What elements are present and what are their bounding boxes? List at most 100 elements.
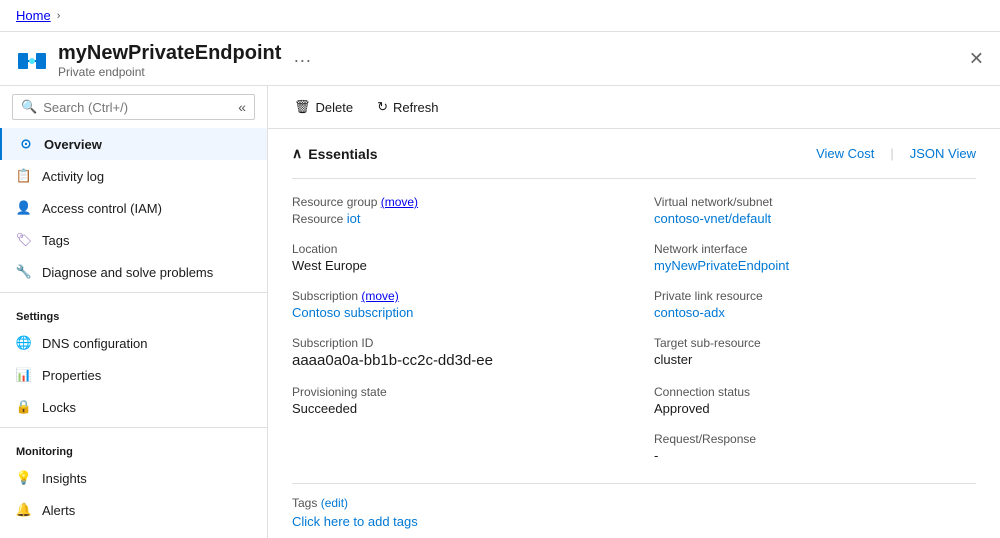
prop-empty — [292, 432, 614, 463]
sidebar-item-tags[interactable]: 🏷 Tags — [0, 224, 267, 256]
prop-label-rr: Request/Response — [654, 432, 976, 446]
monitoring-section-label: Monitoring — [0, 436, 267, 462]
content-area: 🗑 Delete ↻ Refresh ∧ Essentials View Cos… — [268, 86, 1000, 538]
ni-link[interactable]: myNewPrivateEndpoint — [654, 258, 789, 273]
pl-link[interactable]: contoso-adx — [654, 305, 725, 320]
insights-icon: 💡 — [16, 470, 32, 486]
prop-connection-status: Connection status Approved — [654, 385, 976, 416]
sidebar-item-label-insights: Insights — [42, 471, 87, 486]
essentials-header: ∧ Essentials View Cost | JSON View — [292, 145, 976, 162]
delete-button[interactable]: 🗑 Delete — [284, 94, 363, 120]
sidebar-item-label-properties: Properties — [42, 368, 101, 383]
prop-value-subid: aaaa0a0a-bb1b-cc2c-dd3d-ee — [292, 352, 614, 369]
sidebar-item-properties[interactable]: 📊 Properties — [0, 359, 267, 391]
prop-value-location: West Europe — [292, 258, 614, 273]
access-icon: 👤 — [16, 200, 32, 216]
prop-network-interface: Network interface myNewPrivateEndpoint — [654, 242, 976, 273]
view-cost-link[interactable]: View Cost — [816, 146, 874, 161]
essentials-actions: View Cost | JSON View — [816, 146, 976, 161]
essentials-title-text: Essentials — [308, 146, 377, 162]
add-tags-link[interactable]: Click here to add tags — [292, 514, 418, 529]
sidebar-item-label-tags: Tags — [42, 233, 69, 248]
refresh-button[interactable]: ↻ Refresh — [367, 94, 448, 120]
search-icon: 🔍 — [21, 99, 37, 115]
tags-edit-link[interactable]: (edit) — [321, 496, 348, 510]
search-input[interactable] — [43, 100, 232, 115]
prop-value-rg: Resource iot — [292, 211, 614, 226]
resource-type: Private endpoint — [58, 65, 281, 79]
breadcrumb-separator: › — [57, 10, 61, 22]
essentials-title: ∧ Essentials — [292, 145, 378, 162]
prop-value-vnet: contoso-vnet/default — [654, 211, 976, 226]
sidebar-item-label-overview: Overview — [44, 137, 102, 152]
refresh-icon: ↻ — [377, 99, 388, 115]
prop-label-prov: Provisioning state — [292, 385, 614, 399]
tags-icon: 🏷 — [16, 232, 32, 248]
sidebar-item-label-alerts: Alerts — [42, 503, 75, 518]
move-link-rg[interactable]: (move) — [381, 195, 418, 209]
more-options-button[interactable]: ··· — [293, 50, 311, 71]
prop-label-rg: Resource group (move) — [292, 195, 614, 209]
sidebar-item-access-control[interactable]: 👤 Access control (IAM) — [0, 192, 267, 224]
rg-link[interactable]: iot — [347, 211, 361, 226]
settings-section-label: Settings — [0, 301, 267, 327]
sidebar-item-label-diagnose: Diagnose and solve problems — [42, 265, 213, 280]
prop-value-ts: cluster — [654, 352, 976, 367]
search-box[interactable]: 🔍 « — [12, 94, 255, 120]
prop-value-pl: contoso-adx — [654, 305, 976, 320]
sidebar-item-locks[interactable]: 🔒 Locks — [0, 391, 267, 423]
alerts-icon: 🔔 — [16, 502, 32, 518]
sidebar-item-label-activity: Activity log — [42, 169, 104, 184]
essentials-panel: ∧ Essentials View Cost | JSON View Resou… — [268, 129, 1000, 538]
page-title: myNewPrivateEndpoint — [58, 42, 281, 65]
sidebar-item-diagnose[interactable]: 🔧 Diagnose and solve problems — [0, 256, 267, 288]
tags-section: Tags (edit) Click here to add tags — [292, 483, 976, 529]
prop-label-sub: Subscription (move) — [292, 289, 614, 303]
breadcrumb-home[interactable]: Home — [16, 8, 51, 23]
prop-label-pl: Private link resource — [654, 289, 976, 303]
prop-provisioning: Provisioning state Succeeded — [292, 385, 614, 416]
prop-request-response: Request/Response - — [654, 432, 976, 463]
sidebar: 🔍 « ⊙ Overview 📋 Activity log 👤 Access c… — [0, 86, 268, 538]
sidebar-item-dns[interactable]: 🌐 DNS configuration — [0, 327, 267, 359]
prop-subscription-id: Subscription ID aaaa0a0a-bb1b-cc2c-dd3d-… — [292, 336, 614, 369]
prop-value-rr: - — [654, 448, 976, 463]
prop-resource-group: Resource group (move) Resource iot — [292, 195, 614, 226]
prop-label-cs: Connection status — [654, 385, 976, 399]
breadcrumb: Home › — [16, 8, 60, 23]
diagnose-icon: 🔧 — [16, 264, 32, 280]
refresh-label: Refresh — [393, 100, 439, 115]
prop-label-ni: Network interface — [654, 242, 976, 256]
page-header: myNewPrivateEndpoint Private endpoint ··… — [0, 32, 1000, 86]
json-view-link[interactable]: JSON View — [910, 146, 976, 161]
prop-target-sub: Target sub-resource cluster — [654, 336, 976, 369]
sidebar-item-insights[interactable]: 💡 Insights — [0, 462, 267, 494]
rg-resource-label: Resource — [292, 212, 347, 226]
sidebar-item-overview[interactable]: ⊙ Overview — [0, 128, 267, 160]
sidebar-item-alerts[interactable]: 🔔 Alerts — [0, 494, 267, 526]
toolbar: 🗑 Delete ↻ Refresh — [268, 86, 1000, 129]
prop-label-location: Location — [292, 242, 614, 256]
delete-icon: 🗑 — [294, 99, 311, 115]
prop-label-subid: Subscription ID — [292, 336, 614, 350]
sidebar-item-label-access: Access control (IAM) — [42, 201, 162, 216]
sub-link[interactable]: Contoso subscription — [292, 305, 413, 320]
header-text: myNewPrivateEndpoint Private endpoint — [58, 42, 281, 79]
overview-icon: ⊙ — [18, 136, 34, 152]
sidebar-item-activity-log[interactable]: 📋 Activity log — [0, 160, 267, 192]
activity-icon: 📋 — [16, 168, 32, 184]
chevron-up-icon: ∧ — [292, 145, 302, 162]
prop-value-prov: Succeeded — [292, 401, 614, 416]
prop-vnet: Virtual network/subnet contoso-vnet/defa… — [654, 195, 976, 226]
actions-separator: | — [890, 146, 893, 161]
collapse-button[interactable]: « — [238, 99, 246, 115]
sidebar-item-label-dns: DNS configuration — [42, 336, 148, 351]
resource-icon — [16, 45, 48, 77]
prop-value-sub: Contoso subscription — [292, 305, 614, 320]
properties-grid: Resource group (move) Resource iot Virtu… — [292, 195, 976, 463]
close-button[interactable]: ✕ — [969, 48, 984, 69]
vnet-link[interactable]: contoso-vnet/default — [654, 211, 771, 226]
move-link-sub[interactable]: (move) — [361, 289, 398, 303]
prop-value-ni: myNewPrivateEndpoint — [654, 258, 976, 273]
prop-location: Location West Europe — [292, 242, 614, 273]
